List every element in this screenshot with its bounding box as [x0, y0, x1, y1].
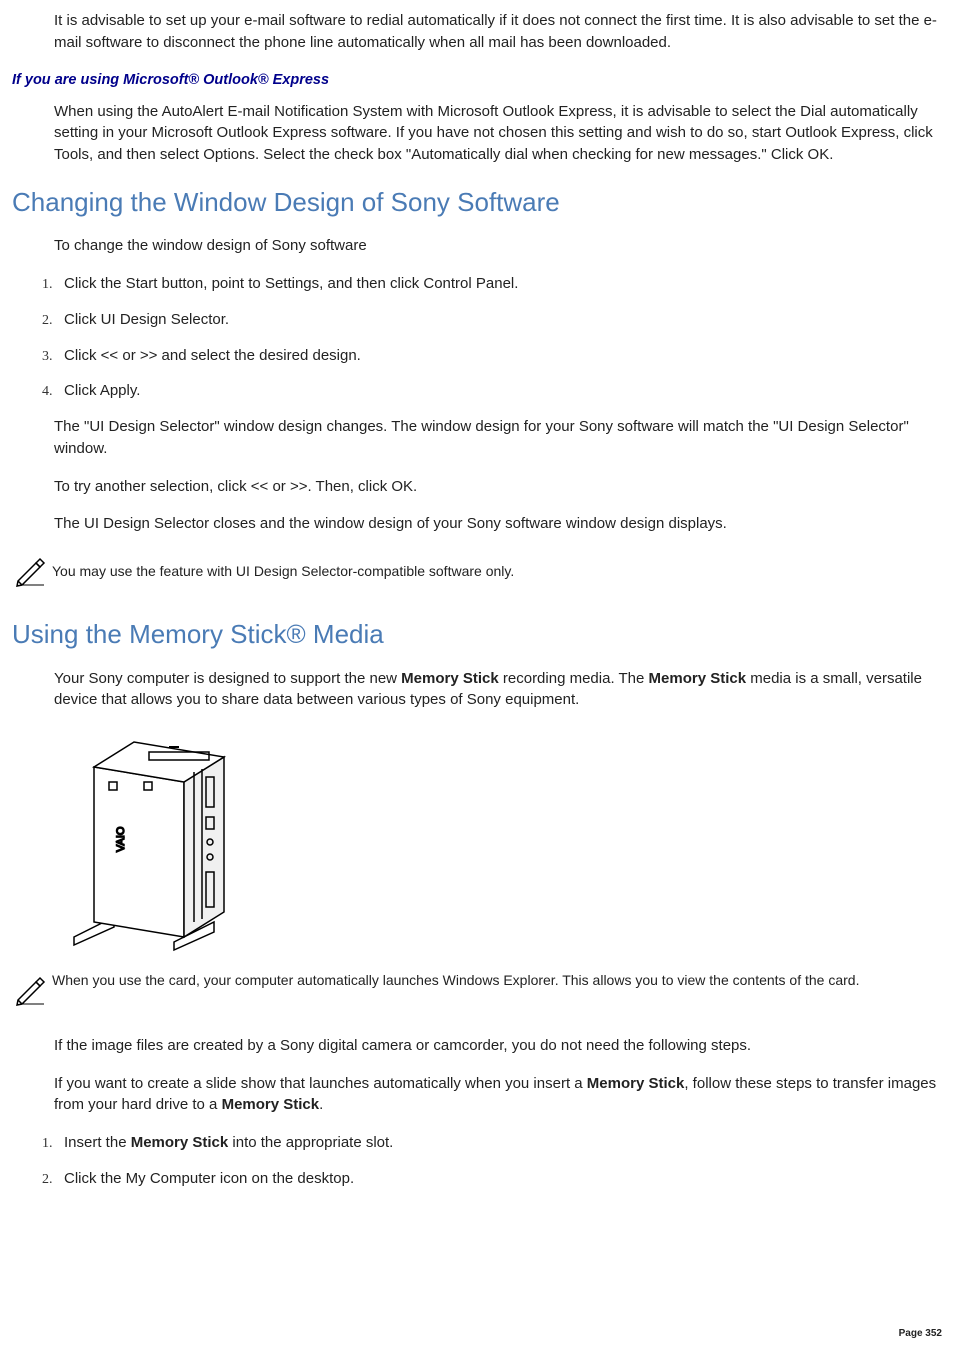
changing-p2: To try another selection, click << or >>…: [54, 476, 942, 498]
page-number: Page 352: [899, 1327, 942, 1342]
list-item: Click << or >> and select the desired de…: [56, 345, 942, 367]
text-span: Your Sony computer is designed to suppor…: [54, 670, 401, 687]
list-item: Click the My Computer icon on the deskto…: [56, 1168, 942, 1190]
list-item: Click UI Design Selector.: [56, 309, 942, 331]
pencil-note-icon: [12, 551, 52, 598]
note-row-1: You may use the feature with UI Design S…: [12, 551, 942, 598]
computer-image: VAIO: [54, 727, 254, 952]
list-item: Click Apply.: [56, 380, 942, 402]
bold-memory-stick: Memory Stick: [587, 1075, 685, 1092]
changing-p3: The UI Design Selector closes and the wi…: [54, 513, 942, 535]
changing-steps-list: Click the Start button, point to Setting…: [56, 273, 942, 402]
memory-stick-heading: Using the Memory Stick® Media: [12, 616, 942, 654]
text-span: .: [319, 1096, 323, 1113]
outlook-paragraph: When using the AutoAlert E-mail Notifica…: [54, 101, 942, 166]
outlook-heading: If you are using Microsoft® Outlook® Exp…: [12, 70, 942, 91]
changing-p1: The "UI Design Selector" window design c…: [54, 416, 942, 460]
text-span: Insert the: [64, 1134, 131, 1151]
list-item: Click the Start button, point to Setting…: [56, 273, 942, 295]
bold-memory-stick: Memory Stick: [401, 670, 499, 687]
svg-text:VAIO: VAIO: [115, 826, 127, 852]
bold-memory-stick: Memory Stick: [222, 1096, 320, 1113]
text-span: into the appropriate slot.: [228, 1134, 393, 1151]
memstick-p3: If you want to create a slide show that …: [54, 1073, 942, 1117]
pencil-note-icon: [12, 970, 52, 1017]
text-span: recording media. The: [499, 670, 649, 687]
bold-memory-stick: Memory Stick: [649, 670, 747, 687]
changing-intro: To change the window design of Sony soft…: [54, 235, 942, 257]
note-2-text: When you use the card, your computer aut…: [52, 972, 859, 988]
note-1-text: You may use the feature with UI Design S…: [52, 551, 514, 581]
memstick-steps-list: Insert the Memory Stick into the appropr…: [56, 1132, 942, 1190]
memstick-p1: Your Sony computer is designed to suppor…: [54, 668, 942, 712]
changing-window-heading: Changing the Window Design of Sony Softw…: [12, 184, 942, 222]
text-span: If you want to create a slide show that …: [54, 1075, 587, 1092]
memstick-p2: If the image files are created by a Sony…: [54, 1035, 942, 1057]
bold-memory-stick: Memory Stick: [131, 1134, 229, 1151]
note-row-2: When you use the card, your computer aut…: [12, 970, 942, 1017]
intro-paragraph: It is advisable to set up your e-mail so…: [54, 10, 942, 54]
list-item: Insert the Memory Stick into the appropr…: [56, 1132, 942, 1154]
